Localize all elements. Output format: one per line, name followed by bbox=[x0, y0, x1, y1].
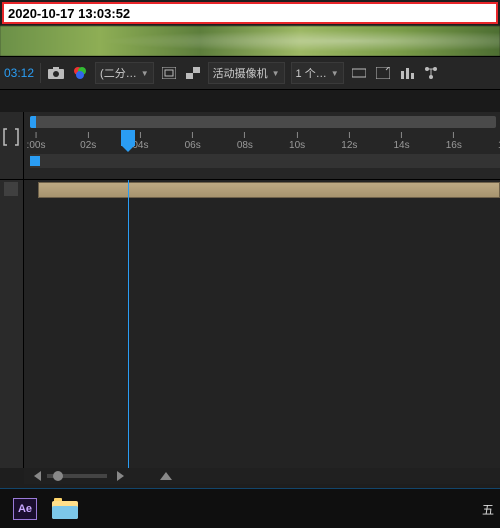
zoom-in-icon[interactable] bbox=[117, 471, 124, 481]
resolution-dropdown[interactable]: (二分… ▼ bbox=[95, 62, 154, 84]
channels-icon[interactable] bbox=[71, 64, 89, 82]
timestamp-overlay: 2020-10-17 13:03:52 bbox=[2, 2, 498, 24]
toolbar-icon-a[interactable] bbox=[350, 64, 368, 82]
views-dropdown[interactable]: 1 个… ▼ bbox=[291, 62, 344, 84]
resolution-label: (二分… bbox=[100, 65, 137, 81]
ruler-tick: 12s bbox=[341, 132, 357, 151]
timeline-tracks[interactable] bbox=[24, 180, 500, 468]
playhead-line[interactable] bbox=[128, 180, 129, 468]
layer-clip[interactable] bbox=[38, 182, 500, 198]
ruler-tick: 14s bbox=[393, 132, 409, 151]
timestamp-text: 2020-10-17 13:03:52 bbox=[8, 6, 130, 21]
zoom-slider-thumb[interactable] bbox=[53, 471, 63, 481]
composition-marker-icon[interactable] bbox=[3, 128, 19, 146]
zoom-control-bar bbox=[24, 468, 500, 484]
panel-gap bbox=[0, 90, 500, 112]
work-area-bar[interactable] bbox=[30, 116, 496, 128]
taskbar-app-explorer[interactable] bbox=[50, 495, 80, 523]
ruler-tick: 02s bbox=[80, 132, 96, 151]
chevron-down-icon: ▼ bbox=[272, 69, 280, 78]
ruler-tick: 08s bbox=[237, 132, 253, 151]
toolbar-icon-d[interactable] bbox=[422, 64, 440, 82]
toolbar-icon-c[interactable] bbox=[398, 64, 416, 82]
taskbar-app-after-effects[interactable]: Ae bbox=[10, 495, 40, 523]
preview-toolbar: 03:12 (二分… ▼ 活动摄像机 ▼ 1 个… ▼ bbox=[0, 56, 500, 90]
ruler-tick: 10s bbox=[289, 132, 305, 151]
toolbar-icon-b[interactable] bbox=[374, 64, 392, 82]
file-explorer-icon bbox=[52, 498, 78, 520]
ae-icon: Ae bbox=[13, 498, 37, 520]
current-timecode[interactable]: 03:12 bbox=[4, 66, 34, 80]
zoom-fit-icon[interactable] bbox=[160, 472, 172, 480]
time-ruler[interactable]: :00s02s04s06s08s10s12s14s16s18s bbox=[30, 132, 500, 152]
camera-label: 活动摄像机 bbox=[213, 65, 268, 81]
chevron-down-icon: ▼ bbox=[141, 69, 149, 78]
ruler-gutter bbox=[0, 112, 24, 179]
playhead-indicator[interactable] bbox=[121, 130, 135, 146]
navigator-track[interactable] bbox=[30, 154, 500, 168]
ime-indicator[interactable]: 五 bbox=[482, 501, 494, 518]
transparency-grid-icon[interactable] bbox=[184, 64, 202, 82]
camera-dropdown[interactable]: 活动摄像机 ▼ bbox=[208, 62, 285, 84]
windows-taskbar: Ae 五 bbox=[0, 488, 500, 528]
region-icon[interactable] bbox=[160, 64, 178, 82]
timeline-ruler-area: :00s02s04s06s08s10s12s14s16s18s bbox=[0, 112, 500, 180]
ruler-tick: 06s bbox=[185, 132, 201, 151]
ruler-tick: :00s bbox=[27, 132, 46, 151]
track-header-column bbox=[0, 180, 24, 468]
composition-preview bbox=[0, 26, 500, 56]
views-label: 1 个… bbox=[296, 65, 327, 81]
work-area-start-handle[interactable] bbox=[30, 116, 36, 128]
zoom-slider[interactable] bbox=[47, 474, 107, 478]
navigator-start[interactable] bbox=[30, 156, 40, 166]
chevron-down-icon: ▼ bbox=[331, 69, 339, 78]
ruler-tick: 16s bbox=[446, 132, 462, 151]
track-color-swatch[interactable] bbox=[4, 182, 18, 196]
zoom-out-icon[interactable] bbox=[34, 471, 41, 481]
snapshot-icon[interactable] bbox=[47, 64, 65, 82]
